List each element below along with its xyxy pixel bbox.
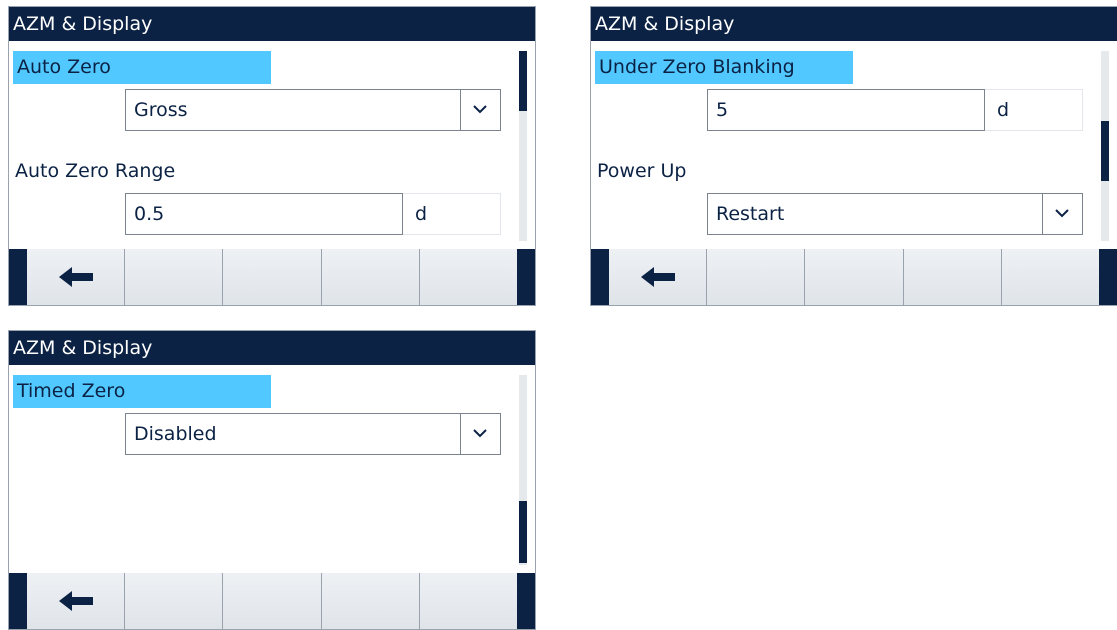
auto-zero-range-label: Auto Zero Range <box>15 160 176 182</box>
scrollbar-thumb[interactable] <box>1101 121 1109 181</box>
chevron-down-icon[interactable] <box>1042 194 1082 234</box>
screen-content: Timed Zero Disabled <box>9 365 535 573</box>
auto-zero-range-unit: d <box>403 193 501 235</box>
scrollbar[interactable] <box>1101 51 1109 241</box>
softkey-2[interactable] <box>706 249 805 305</box>
back-arrow-icon <box>59 591 93 611</box>
chevron-down-icon[interactable] <box>460 90 500 130</box>
screen-title: AZM & Display <box>591 7 1117 41</box>
softkey-5[interactable] <box>418 249 518 305</box>
softkey-bar <box>9 573 535 629</box>
under-zero-blanking-unit: d <box>985 89 1083 131</box>
auto-zero-value: Gross <box>134 99 188 121</box>
screen-content: Under Zero Blanking 5 d Power Up Restart <box>591 41 1117 249</box>
softkey-2[interactable] <box>124 249 223 305</box>
scrollbar-thumb[interactable] <box>519 501 527 563</box>
softkey-3[interactable] <box>804 249 903 305</box>
softkey-2[interactable] <box>124 573 223 629</box>
under-zero-blanking-input[interactable]: 5 <box>707 89 985 131</box>
azm-display-screen-2: AZM & Display Under Zero Blanking 5 d Po… <box>590 6 1117 306</box>
timed-zero-dropdown[interactable]: Disabled <box>125 413 501 455</box>
back-arrow-icon <box>59 267 93 287</box>
softkey-3[interactable] <box>222 573 321 629</box>
azm-display-screen-1: AZM & Display Auto Zero Gross Auto Zero … <box>8 6 536 306</box>
back-arrow-icon <box>641 267 675 287</box>
softkey-5[interactable] <box>1000 249 1100 305</box>
power-up-dropdown[interactable]: Restart <box>707 193 1083 235</box>
screen-content: Auto Zero Gross Auto Zero Range 0.5 d <box>9 41 535 249</box>
under-zero-blanking-label: Under Zero Blanking <box>595 51 853 84</box>
softkey-back[interactable] <box>609 249 707 305</box>
softkey-4[interactable] <box>320 573 419 629</box>
softkey-bar <box>591 249 1117 305</box>
power-up-value: Restart <box>716 203 785 225</box>
auto-zero-label: Auto Zero <box>13 51 271 84</box>
azm-display-screen-3: AZM & Display Timed Zero Disabled <box>8 330 536 630</box>
softkey-3[interactable] <box>222 249 321 305</box>
softkey-bar <box>9 249 535 305</box>
timed-zero-value: Disabled <box>134 423 217 445</box>
auto-zero-dropdown[interactable]: Gross <box>125 89 501 131</box>
softkey-5[interactable] <box>418 573 518 629</box>
softkey-4[interactable] <box>320 249 419 305</box>
softkey-back[interactable] <box>27 249 125 305</box>
auto-zero-range-input[interactable]: 0.5 <box>125 193 403 235</box>
softkey-4[interactable] <box>902 249 1001 305</box>
scrollbar-thumb[interactable] <box>519 51 527 111</box>
scrollbar[interactable] <box>519 375 527 565</box>
screen-title: AZM & Display <box>9 7 535 41</box>
chevron-down-icon[interactable] <box>460 414 500 454</box>
power-up-label: Power Up <box>597 160 687 182</box>
softkey-back[interactable] <box>27 573 125 629</box>
screen-title: AZM & Display <box>9 331 535 365</box>
scrollbar[interactable] <box>519 51 527 241</box>
timed-zero-label: Timed Zero <box>13 375 271 408</box>
